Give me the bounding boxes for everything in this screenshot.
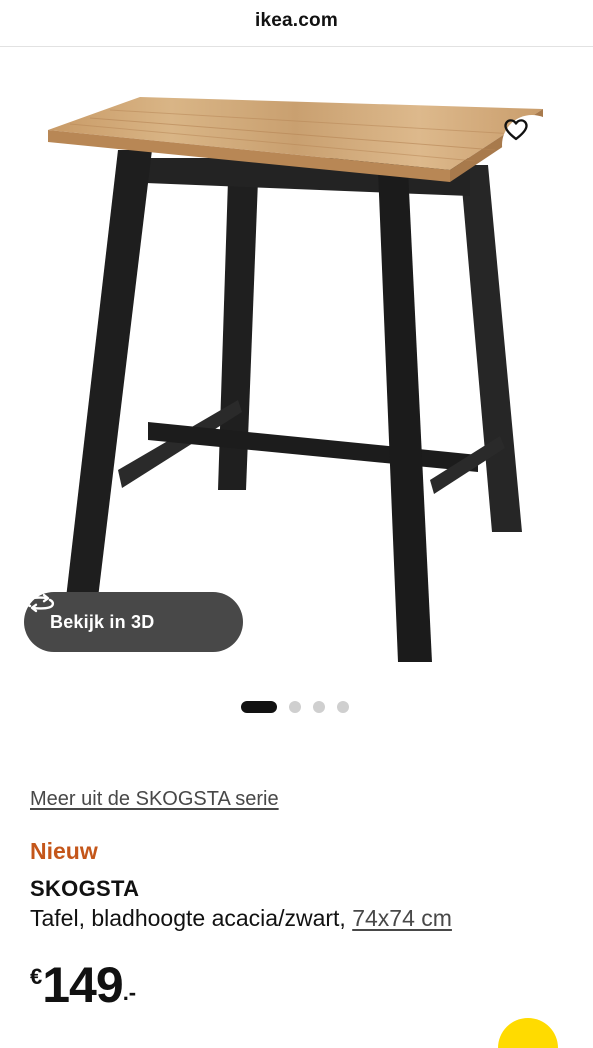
price-amount: 149	[42, 957, 123, 1013]
carousel-dot[interactable]	[313, 701, 325, 713]
carousel-dot-active[interactable]	[241, 701, 277, 713]
price-currency: €	[30, 964, 43, 989]
product-dimensions-link[interactable]: 74x74 cm	[352, 905, 452, 931]
product-price: € 149 .-	[30, 958, 136, 1012]
price-decimals: .-	[122, 980, 137, 1005]
series-link[interactable]: Meer uit de SKOGSTA serie	[30, 788, 279, 811]
product-description-text: Tafel, bladhoogte acacia/zwart,	[30, 905, 346, 931]
favorite-button[interactable]	[502, 115, 562, 175]
rotate-3d-icon	[25, 593, 55, 613]
browser-url-bar[interactable]: ikea.com	[0, 0, 593, 47]
carousel-dot[interactable]	[289, 701, 301, 713]
heart-icon	[504, 119, 528, 141]
view-in-3d-label: Bekijk in 3D	[50, 611, 155, 632]
product-name: SKOGSTA	[30, 876, 140, 901]
product-description: Tafel, bladhoogte acacia/zwart, 74x74 cm	[30, 905, 452, 932]
url-text: ikea.com	[255, 10, 338, 31]
add-to-cart-button-peek[interactable]	[498, 1018, 558, 1048]
view-in-3d-button[interactable]: Bekijk in 3D	[24, 592, 243, 652]
carousel-pagination	[241, 700, 349, 714]
new-badge: Nieuw	[30, 838, 98, 864]
carousel-dot[interactable]	[337, 701, 349, 713]
product-image-gallery[interactable]: Bekijk in 3D	[0, 47, 593, 680]
